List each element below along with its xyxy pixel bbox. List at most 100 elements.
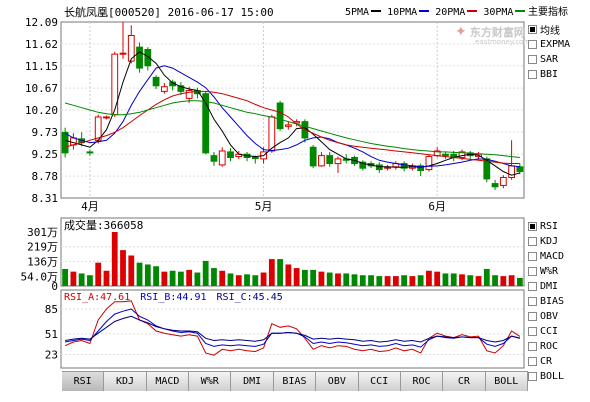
price-tick-label: 8.31 [32, 192, 59, 205]
candle-body [111, 53, 119, 116]
volume-bar [359, 275, 366, 286]
volume-bar [368, 275, 374, 286]
stock-chart-widget: 12.09 11.62 11.15 10.67 10.20 9.73 9.25 8.78 8.3… [0, 0, 590, 402]
sub-checkbox[interactable] [528, 252, 537, 261]
chart-canvas: 12.09 11.62 11.15 10.67 10.20 9.73 9.25 8.78 8.3… [21, 16, 525, 369]
sub-checkbox[interactable] [528, 357, 537, 366]
sub-option-bias[interactable]: BIAS [528, 294, 590, 309]
sub-option-kdj[interactable]: KDJ [528, 234, 590, 249]
volume-bar [144, 264, 151, 286]
rsi-legend: RSI_A:47.61 RSI_B:44.91 RSI_C:45.45 [64, 292, 283, 304]
sub-option-label: RSI [540, 221, 559, 232]
candle-body [326, 155, 334, 165]
ma-legend: 5PMA 10PMA 20PMA 30PMA [345, 7, 526, 19]
sub-checkbox[interactable] [528, 312, 537, 321]
main-checkbox[interactable] [528, 55, 537, 64]
candle-body [152, 76, 160, 87]
main-checkbox[interactable] [528, 70, 537, 79]
volume-tick-label: 301万 [27, 226, 58, 239]
volume-bar [401, 275, 408, 286]
sub-option-label: CR [540, 356, 553, 367]
sub-indicator-options: RSI KDJ MACD W%R DMI BIAS OBV CCI ROC CR BOLL [528, 219, 590, 384]
main-option-label: 均线 [540, 26, 560, 37]
volume-bar [409, 276, 416, 286]
sub-checkbox[interactable] [528, 222, 537, 231]
main-indicator-options: 均线 EXPMA SAR BBI [528, 22, 590, 82]
volume-bar [492, 275, 498, 286]
sub-option-macd[interactable]: MACD [528, 249, 590, 264]
sub-option-label: DMI [540, 281, 559, 292]
volume-bar [310, 269, 317, 286]
sub-checkbox[interactable] [528, 282, 537, 291]
volume-bar [335, 273, 341, 286]
candle-body [86, 151, 94, 154]
rsi-b-label: RSI_B:44.91 [140, 292, 207, 303]
tab-kdj[interactable]: KDJ [104, 372, 147, 391]
tab-dmi[interactable]: DMI [231, 372, 274, 391]
sub-option-label: W%R [540, 266, 559, 277]
main-option-[interactable]: 均线 [528, 22, 590, 37]
candle-body [218, 150, 226, 166]
volume-bar [475, 276, 482, 286]
sub-option-wr[interactable]: W%R [528, 264, 590, 279]
main-option-label: BBI [540, 69, 559, 80]
volume-bar [227, 273, 234, 286]
sub-option-cci[interactable]: CCI [528, 324, 590, 339]
volume-bar [95, 262, 102, 286]
rsi-a-label: RSI_A:47.61 [64, 292, 131, 303]
sub-checkbox[interactable] [528, 327, 537, 336]
candle-body [136, 46, 143, 69]
main-indicator-title: 主要指标 [528, 7, 568, 18]
candle-body [210, 155, 218, 162]
volume-bar [483, 268, 490, 286]
price-tick-label: 11.15 [25, 60, 58, 73]
sub-checkbox[interactable] [528, 297, 537, 306]
tab-boll[interactable]: BOLL [485, 372, 528, 391]
volume-bar [244, 274, 250, 286]
candle-body [94, 116, 102, 141]
tab-cci[interactable]: CCI [358, 372, 401, 391]
tab-roc[interactable]: ROC [400, 372, 444, 391]
indicator-tabs: RSI KDJ MACD W%R DMI BIAS OBV CCI ROC CR BOLL [62, 371, 528, 391]
candle-body [276, 102, 284, 130]
sub-option-rsi[interactable]: RSI [528, 219, 590, 234]
rsi-c-label: RSI_C:45.45 [216, 292, 283, 303]
tab-obv[interactable]: OBV [316, 372, 359, 391]
sub-checkbox[interactable] [528, 372, 537, 381]
price-tick-label: 9.25 [32, 148, 59, 161]
tab-cr[interactable]: CR [443, 372, 486, 391]
volume-bar [103, 270, 110, 286]
volume-bar [78, 273, 85, 286]
candle-body [119, 52, 127, 55]
main-option-sar[interactable]: SAR [528, 52, 590, 67]
tab-wr[interactable]: W%R [189, 372, 232, 391]
sub-option-roc[interactable]: ROC [528, 339, 590, 354]
volume-bar [467, 275, 474, 286]
main-checkbox[interactable] [528, 40, 537, 49]
main-checkbox[interactable] [528, 25, 537, 34]
sub-option-dmi[interactable]: DMI [528, 279, 590, 294]
rsi-b-line [65, 308, 521, 348]
ma20-legend-line [467, 10, 478, 12]
volume-bar [318, 271, 325, 286]
sub-option-boll[interactable]: BOLL [528, 369, 590, 384]
ma30-legend: 30PMA [483, 7, 514, 18]
candle-body [251, 156, 259, 159]
tab-macd[interactable]: MACD [146, 372, 190, 391]
sub-option-cr[interactable]: CR [528, 354, 590, 369]
sub-checkbox[interactable] [528, 237, 537, 246]
ma5-legend-line [371, 10, 382, 12]
chart-title: 长航凤凰[000520] 2016-06-17 15:00 [64, 6, 274, 19]
sub-checkbox[interactable] [528, 342, 537, 351]
main-option-bbi[interactable]: BBI [528, 67, 590, 82]
candle-body [61, 131, 69, 154]
sub-checkbox[interactable] [528, 267, 537, 276]
month-label: 5月 [255, 200, 273, 213]
sub-option-obv[interactable]: OBV [528, 309, 590, 324]
tab-rsi[interactable]: RSI [62, 372, 105, 391]
main-option-label: SAR [540, 54, 559, 65]
candle-body [442, 153, 449, 157]
volume-bar [302, 269, 308, 286]
tab-bias[interactable]: BIAS [273, 372, 317, 391]
main-option-expma[interactable]: EXPMA [528, 37, 590, 52]
